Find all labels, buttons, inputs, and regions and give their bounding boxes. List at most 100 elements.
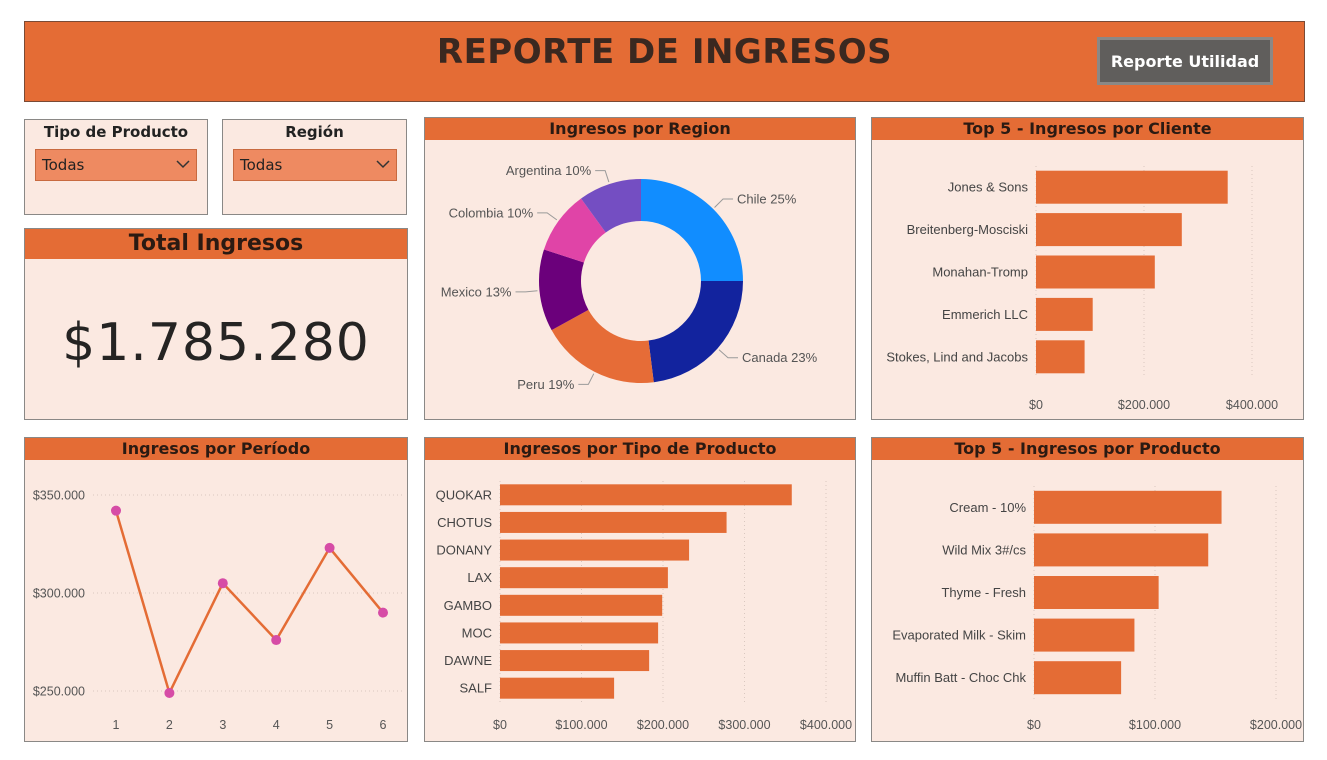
x-tick-label: $200.000 xyxy=(1250,718,1302,732)
product-type-slicer-label: Tipo de Producto xyxy=(43,123,189,141)
x-tick-label: 2 xyxy=(166,718,173,732)
x-tick-label: $400.000 xyxy=(800,718,852,732)
leader-line xyxy=(595,170,610,183)
top-products-bar-chart[interactable]: $0 $100.000 $200.000 Cream - 10% Wild Mix 3#… xyxy=(872,438,1303,741)
period-chart-panel: Ingresos por Período $250.000 $300.000 $35… xyxy=(24,437,408,742)
bar xyxy=(1036,213,1182,247)
category-label: SALF xyxy=(459,681,492,696)
bar xyxy=(1036,170,1228,204)
slice-label: Argentina 10% xyxy=(506,163,592,178)
bar xyxy=(500,650,650,672)
bar xyxy=(1034,661,1122,695)
category-label: Monahan-Tromp xyxy=(932,265,1028,280)
period-line-chart[interactable]: $250.000 $300.000 $350.000 1 2 3 4 5 6 xyxy=(25,438,407,741)
x-tick-label: 6 xyxy=(380,718,387,732)
x-tick-label: $100.000 xyxy=(555,718,607,732)
x-tick-label: 3 xyxy=(219,718,226,732)
bar xyxy=(1034,618,1135,652)
data-point xyxy=(271,635,282,646)
top-products-chart-panel: Top 5 - Ingresos por Producto $0 $100.000… xyxy=(871,437,1304,742)
slice-label: Chile 25% xyxy=(737,191,797,206)
bar xyxy=(500,622,659,644)
category-label: Evaporated Milk - Skim xyxy=(892,628,1026,643)
series-line xyxy=(114,510,384,697)
x-tick-label: $200.000 xyxy=(1118,398,1170,412)
bar xyxy=(500,511,727,533)
data-point xyxy=(111,505,121,516)
category-label: Muffin Batt - Choc Chk xyxy=(895,670,1026,685)
donut-slice xyxy=(648,281,743,383)
slice-label: Canada 23% xyxy=(742,350,818,365)
product-type-slicer: Tipo de Producto Todas xyxy=(24,119,208,215)
product-type-dropdown-value: Todas xyxy=(42,156,85,174)
data-point xyxy=(378,607,388,618)
slice-label: Mexico 13% xyxy=(441,284,512,299)
leader-line xyxy=(714,198,734,208)
leader-line xyxy=(537,212,558,221)
x-tick-label: $0 xyxy=(1029,398,1043,412)
kpi-title: Total Ingresos xyxy=(25,229,407,259)
product-type-chart-panel: Ingresos por Tipo de Producto $0 $100.000… xyxy=(424,437,856,742)
region-donut-chart[interactable]: Chile 25% Canada 23% Peru 19% Mexico 13% Col… xyxy=(425,118,855,419)
report-header: REPORTE DE INGRESOS Reporte Utilidad xyxy=(24,21,1305,102)
bar xyxy=(500,594,663,616)
bar xyxy=(1036,340,1085,374)
category-label: GAMBO xyxy=(444,598,492,613)
category-label: Stokes, Lind and Jacobs xyxy=(886,349,1028,364)
bar xyxy=(1034,576,1159,609)
region-chart-panel: Ingresos por Region Chile 25% Canada 23% P… xyxy=(424,117,856,420)
bar xyxy=(1034,533,1209,567)
x-tick-label: $300.000 xyxy=(718,718,770,732)
category-label: Emmerich LLC xyxy=(942,307,1028,322)
bar xyxy=(1036,297,1093,331)
leader-line xyxy=(515,290,538,293)
category-label: QUOKAR xyxy=(436,487,492,502)
x-tick-label: 5 xyxy=(326,718,333,732)
category-label: MOC xyxy=(462,625,492,640)
category-label: CHOTUS xyxy=(437,515,492,530)
leader-line xyxy=(718,349,739,359)
top-clients-chart-panel: Top 5 - Ingresos por Cliente $0 $200.000 $… xyxy=(871,117,1304,420)
category-label: Cream - 10% xyxy=(949,500,1026,515)
leader-line xyxy=(578,373,595,385)
bar xyxy=(500,484,792,506)
bar xyxy=(500,567,668,589)
y-tick-label: $350.000 xyxy=(33,489,85,503)
chevron-down-icon xyxy=(376,160,390,169)
category-label: Wild Mix 3#/cs xyxy=(942,542,1026,557)
data-point xyxy=(164,687,175,698)
category-label: Jones & Sons xyxy=(948,180,1029,195)
bar xyxy=(1036,255,1155,289)
bar xyxy=(1034,490,1222,524)
category-label: LAX xyxy=(467,570,492,585)
region-dropdown-value: Todas xyxy=(240,156,283,174)
x-tick-label: $0 xyxy=(493,718,507,732)
chevron-down-icon xyxy=(176,160,190,169)
category-label: DAWNE xyxy=(444,653,492,668)
kpi-value: $1.785.280 xyxy=(62,313,370,373)
y-tick-label: $300.000 xyxy=(33,587,85,601)
y-tick-label: $250.000 xyxy=(33,685,85,699)
x-tick-label: $400.000 xyxy=(1226,398,1278,412)
bar xyxy=(500,677,615,699)
region-dropdown[interactable]: Todas xyxy=(233,149,397,181)
product-type-dropdown[interactable]: Todas xyxy=(35,149,197,181)
data-point xyxy=(217,578,228,589)
reporte-utilidad-button[interactable]: Reporte Utilidad xyxy=(1097,37,1273,85)
x-tick-label: 4 xyxy=(273,718,280,732)
x-tick-label: $100.000 xyxy=(1129,718,1181,732)
region-slicer-label: Región xyxy=(285,123,344,141)
bar xyxy=(500,539,690,561)
category-label: Breitenberg-Mosciski xyxy=(907,222,1028,237)
x-tick-label: $0 xyxy=(1027,718,1041,732)
data-point xyxy=(324,542,335,553)
x-tick-label: $200.000 xyxy=(637,718,689,732)
x-tick-label: 1 xyxy=(113,718,120,732)
product-type-bar-chart[interactable]: $0 $100.000 $200.000 $300.000 $400.000 QUOKAR… xyxy=(425,438,855,741)
total-ingresos-card: Total Ingresos $1.785.280 xyxy=(24,228,408,420)
category-label: DONANY xyxy=(436,543,492,558)
slice-label: Colombia 10% xyxy=(449,205,534,220)
category-label: Thyme - Fresh xyxy=(941,585,1026,600)
region-slicer: Región Todas xyxy=(222,119,407,215)
top-clients-bar-chart[interactable]: $0 $200.000 $400.000 Jones & Sons Breitenber… xyxy=(872,118,1303,419)
